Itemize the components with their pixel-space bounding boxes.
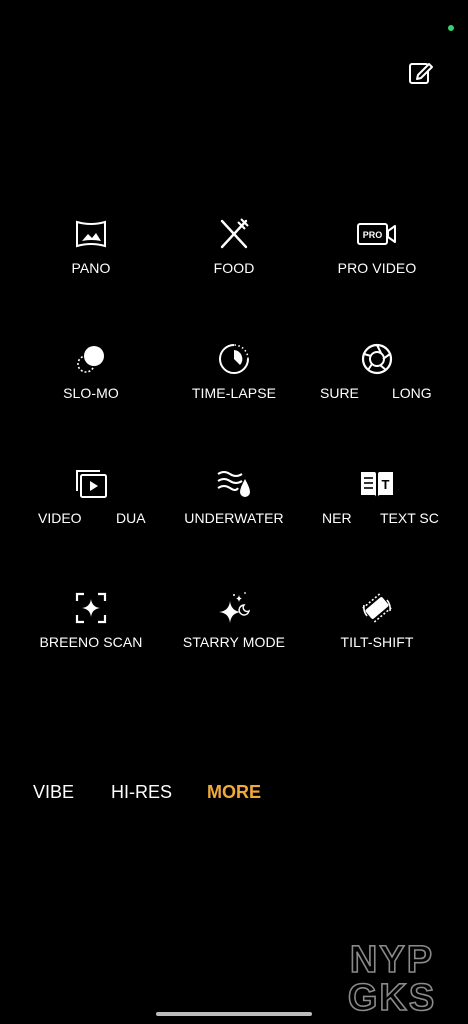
time-lapse-icon	[216, 341, 252, 377]
mode-pro-video[interactable]: PRO PRO VIDEO	[302, 216, 452, 306]
mode-slo-mo[interactable]: SLO-MO	[16, 341, 166, 431]
pro-badge: PRO	[363, 230, 383, 240]
dual-video-icon	[73, 466, 109, 502]
mode-label: STARRY MODE	[182, 634, 286, 650]
mode-label: BREENO SCAN	[39, 634, 143, 650]
mode-starry[interactable]: STARRY MODE	[159, 590, 309, 680]
mode-long-exposure[interactable]: SURE LONG	[302, 341, 452, 431]
mode-label-left: NER	[322, 510, 352, 526]
mode-label: TILT-SHIFT	[340, 634, 414, 650]
edit-icon	[409, 63, 433, 84]
mode-label-right: DUA	[116, 510, 146, 526]
tab-more[interactable]: MORE	[207, 782, 261, 803]
home-indicator-bar[interactable]	[156, 1012, 312, 1016]
mode-label-carousel: VIDEO DUA	[16, 510, 166, 530]
breeno-scan-icon	[73, 590, 109, 626]
underwater-icon	[216, 466, 252, 502]
svg-text:GKS: GKS	[348, 977, 436, 1015]
svg-text:NYP: NYP	[350, 940, 434, 981]
mode-label: UNDERWATER	[184, 510, 284, 526]
mode-label: TIME-LAPSE	[191, 385, 277, 401]
text-badge: T	[382, 477, 390, 492]
text-scanner-icon: T	[359, 466, 395, 502]
mode-label-left: SURE	[320, 385, 359, 401]
mode-breeno-scan[interactable]: BREENO SCAN	[16, 590, 166, 680]
mode-tilt-shift[interactable]: TILT-SHIFT	[302, 590, 452, 680]
edit-modes-button[interactable]	[405, 56, 437, 88]
nypgks-watermark-logo: NYP GKS	[330, 938, 455, 1020]
starry-mode-icon	[216, 590, 252, 626]
aperture-icon	[359, 341, 395, 377]
mode-label-carousel: NER TEXT SC	[302, 510, 452, 530]
mode-label: PRO VIDEO	[337, 260, 417, 276]
tab-hi-res[interactable]: HI-RES	[111, 782, 172, 803]
pro-video-icon: PRO	[357, 216, 397, 252]
camera-mode-tabs: VIBE HI-RES MORE	[0, 782, 468, 806]
mode-text-scanner[interactable]: T NER TEXT SC	[302, 466, 452, 556]
mode-label-carousel: SURE LONG	[302, 385, 452, 405]
fork-knife-icon	[216, 216, 252, 252]
status-indicator-dot	[448, 25, 454, 31]
mode-label-left: VIDEO	[38, 510, 82, 526]
mode-label-right: TEXT SC	[380, 510, 439, 526]
tab-vibe[interactable]: VIBE	[33, 782, 74, 803]
tilt-shift-icon	[359, 590, 395, 626]
slo-mo-icon	[73, 341, 109, 377]
mode-label: PANO	[71, 260, 111, 276]
mode-dual-video[interactable]: VIDEO DUA	[16, 466, 166, 556]
mode-label: SLO-MO	[63, 385, 119, 401]
mode-label-right: LONG	[392, 385, 432, 401]
mode-pano[interactable]: PANO	[16, 216, 166, 306]
mode-underwater[interactable]: UNDERWATER	[159, 466, 309, 556]
mode-label: FOOD	[213, 260, 255, 276]
mode-food[interactable]: FOOD	[159, 216, 309, 306]
mode-time-lapse[interactable]: TIME-LAPSE	[159, 341, 309, 431]
pano-icon	[73, 216, 109, 252]
